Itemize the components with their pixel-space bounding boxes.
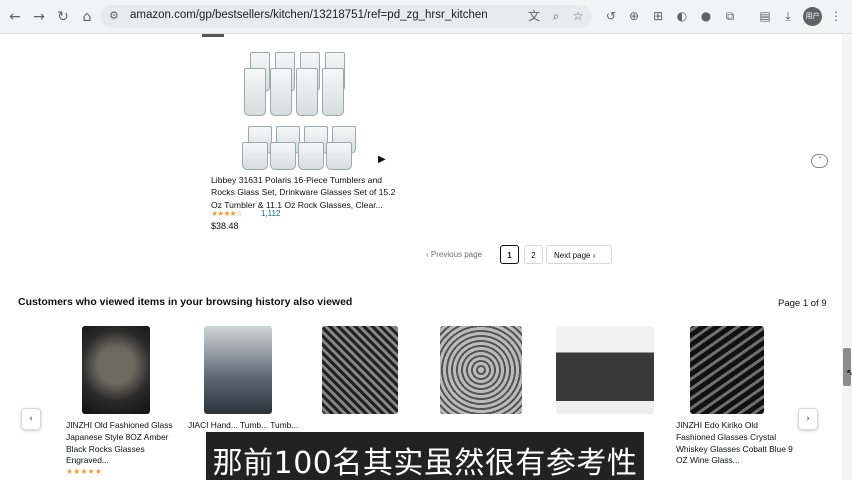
extension-icon-3[interactable]: ⊞ <box>650 8 666 24</box>
page-1-button[interactable]: 1 <box>500 245 519 264</box>
page-content: ▶ Libbey 31631 Polaris 16-Piece Tumblers… <box>0 34 852 480</box>
product-image[interactable] <box>240 50 362 170</box>
carousel-item-title[interactable]: JIACI Hand... Tumb... Tumb... <box>188 420 306 432</box>
star-rating-icon[interactable]: ★★★★☆ <box>211 209 243 218</box>
profile-avatar[interactable]: 用户 <box>803 7 822 26</box>
download-icon[interactable]: ⤓ <box>780 8 796 24</box>
address-bar[interactable]: ⚙ amazon.com/gp/bestsellers/kitchen/1321… <box>100 5 592 28</box>
scrollbar-thumb[interactable] <box>843 348 851 386</box>
page-2-button[interactable]: 2 <box>524 245 543 264</box>
carousel-page-indicator: Page 1 of 9 <box>778 298 827 309</box>
carousel-prev-button[interactable]: ‹ <box>21 408 41 430</box>
product-thumbnail[interactable] <box>322 326 398 414</box>
bookmark-star-icon[interactable]: ☆ <box>570 8 586 24</box>
product-price: $38.48 <box>211 221 239 231</box>
home-icon[interactable]: ⌂ <box>78 8 96 26</box>
extension-icon-4[interactable]: ◐ <box>674 8 690 24</box>
previous-page-button[interactable]: ‹ Previous page <box>426 245 482 264</box>
forward-icon[interactable]: → <box>30 8 48 26</box>
video-subtitle-overlay: 那前100名其实虽然很有参考性 <box>206 432 644 480</box>
product-thumbnail[interactable] <box>82 326 150 414</box>
divider <box>202 34 224 37</box>
extension-icon-1[interactable]: ↺ <box>603 8 619 24</box>
extension-icon-2[interactable]: ⊕ <box>626 8 642 24</box>
product-thumbnail[interactable] <box>204 326 272 414</box>
carousel-next-button[interactable]: › <box>798 408 818 430</box>
back-icon[interactable]: ← <box>6 8 24 26</box>
section-heading: Customers who viewed items in your brows… <box>18 296 353 308</box>
carousel-item-title[interactable]: JINZHI Old Fashioned Glass Japanese Styl… <box>66 420 184 467</box>
floating-helper-icon[interactable]: ◔ <box>811 154 828 168</box>
rating-count-link[interactable]: 1,112 <box>261 209 280 218</box>
product-title-link[interactable]: Libbey 31631 Polaris 16-Piece Tumblers a… <box>211 174 396 211</box>
site-info-icon[interactable]: ⚙ <box>109 9 119 22</box>
translate-icon[interactable]: 文 <box>526 8 542 24</box>
browser-toolbar: ← → ↻ ⌂ ⚙ amazon.com/gp/bestsellers/kitc… <box>0 0 852 34</box>
carousel-item-title[interactable]: JINZHI Edo Kiriko Old Fashioned Glasses … <box>676 420 794 467</box>
mouse-cursor-icon: ↖ <box>846 368 852 379</box>
product-thumbnail[interactable] <box>440 326 522 414</box>
sidebar-icon[interactable]: ▤ <box>757 8 773 24</box>
menu-icon[interactable]: ⋮ <box>828 8 844 24</box>
star-rating-icon: ★★★★★ <box>66 467 102 476</box>
url-text[interactable]: amazon.com/gp/bestsellers/kitchen/132187… <box>130 9 488 21</box>
product-thumbnail[interactable] <box>556 326 654 414</box>
extension-icon-5[interactable]: ● <box>698 8 714 24</box>
scrollbar-track[interactable] <box>842 34 852 480</box>
next-page-button[interactable]: Next page › <box>546 245 612 264</box>
zoom-icon[interactable]: ⌕ <box>548 8 564 24</box>
product-thumbnail[interactable] <box>690 326 764 414</box>
play-video-icon[interactable]: ▶ <box>378 154 386 165</box>
subtitle-text: 那前100名其实虽然很有参考性 <box>212 446 638 480</box>
puzzle-icon[interactable]: ⧉ <box>722 8 738 24</box>
reload-icon[interactable]: ↻ <box>54 8 72 26</box>
